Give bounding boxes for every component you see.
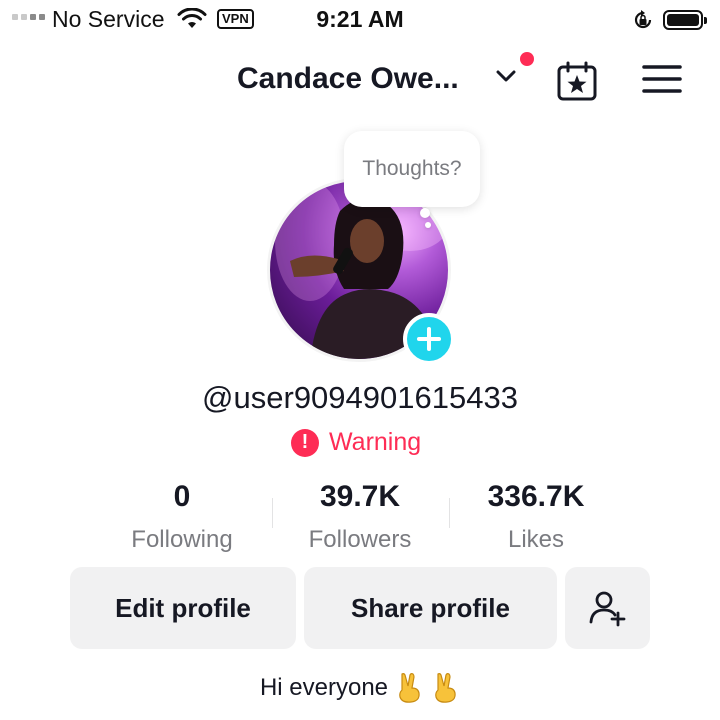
exclamation-icon: ! — [291, 428, 319, 457]
stat-followers[interactable]: 39.7K Followers — [270, 480, 450, 554]
add-avatar-button[interactable] — [403, 313, 455, 365]
stat-likes[interactable]: 336.7K Likes — [446, 480, 626, 554]
stat-value: 336.7K — [487, 480, 585, 513]
thoughts-bubble[interactable]: Thoughts? — [344, 131, 480, 207]
username: @user9094901615433 — [202, 380, 518, 415]
stat-following[interactable]: 0 Following — [92, 480, 272, 554]
stat-value: 0 — [173, 480, 191, 513]
chevron-down-icon[interactable] — [495, 68, 517, 84]
edit-profile-button[interactable]: Edit profile — [70, 567, 296, 649]
bubble-tail-dot — [425, 222, 431, 228]
stat-label: Followers — [308, 526, 412, 553]
menu-icon[interactable] — [642, 64, 682, 94]
status-bar: No Service VPN 9:21 AM — [0, 0, 720, 40]
profile-bio: Hi everyone — [0, 672, 720, 704]
victory-hand-icon — [399, 673, 420, 703]
warning-label: Warning — [329, 428, 422, 456]
bubble-tail-dot — [420, 208, 430, 218]
victory-hand-icon — [435, 673, 456, 703]
bio-text: Hi everyone — [259, 674, 389, 701]
account-switcher-name[interactable]: Candace Owe... — [237, 62, 459, 96]
battery-icon — [663, 10, 707, 30]
profile-header: Candace Owe... — [0, 52, 720, 108]
stat-label: Following — [131, 526, 233, 553]
notification-dot — [520, 52, 534, 66]
stat-label: Likes — [507, 526, 565, 553]
stat-value: 39.7K — [319, 480, 401, 513]
calendar-star-icon[interactable] — [556, 60, 598, 102]
add-friend-button[interactable] — [565, 567, 650, 649]
share-profile-button[interactable]: Share profile — [304, 567, 557, 649]
rotation-lock-icon — [634, 10, 652, 29]
plus-icon — [417, 327, 441, 351]
warning-badge[interactable]: ! Warning — [291, 428, 421, 457]
clock: 9:21 AM — [316, 6, 404, 32]
add-friend-icon — [589, 591, 625, 627]
